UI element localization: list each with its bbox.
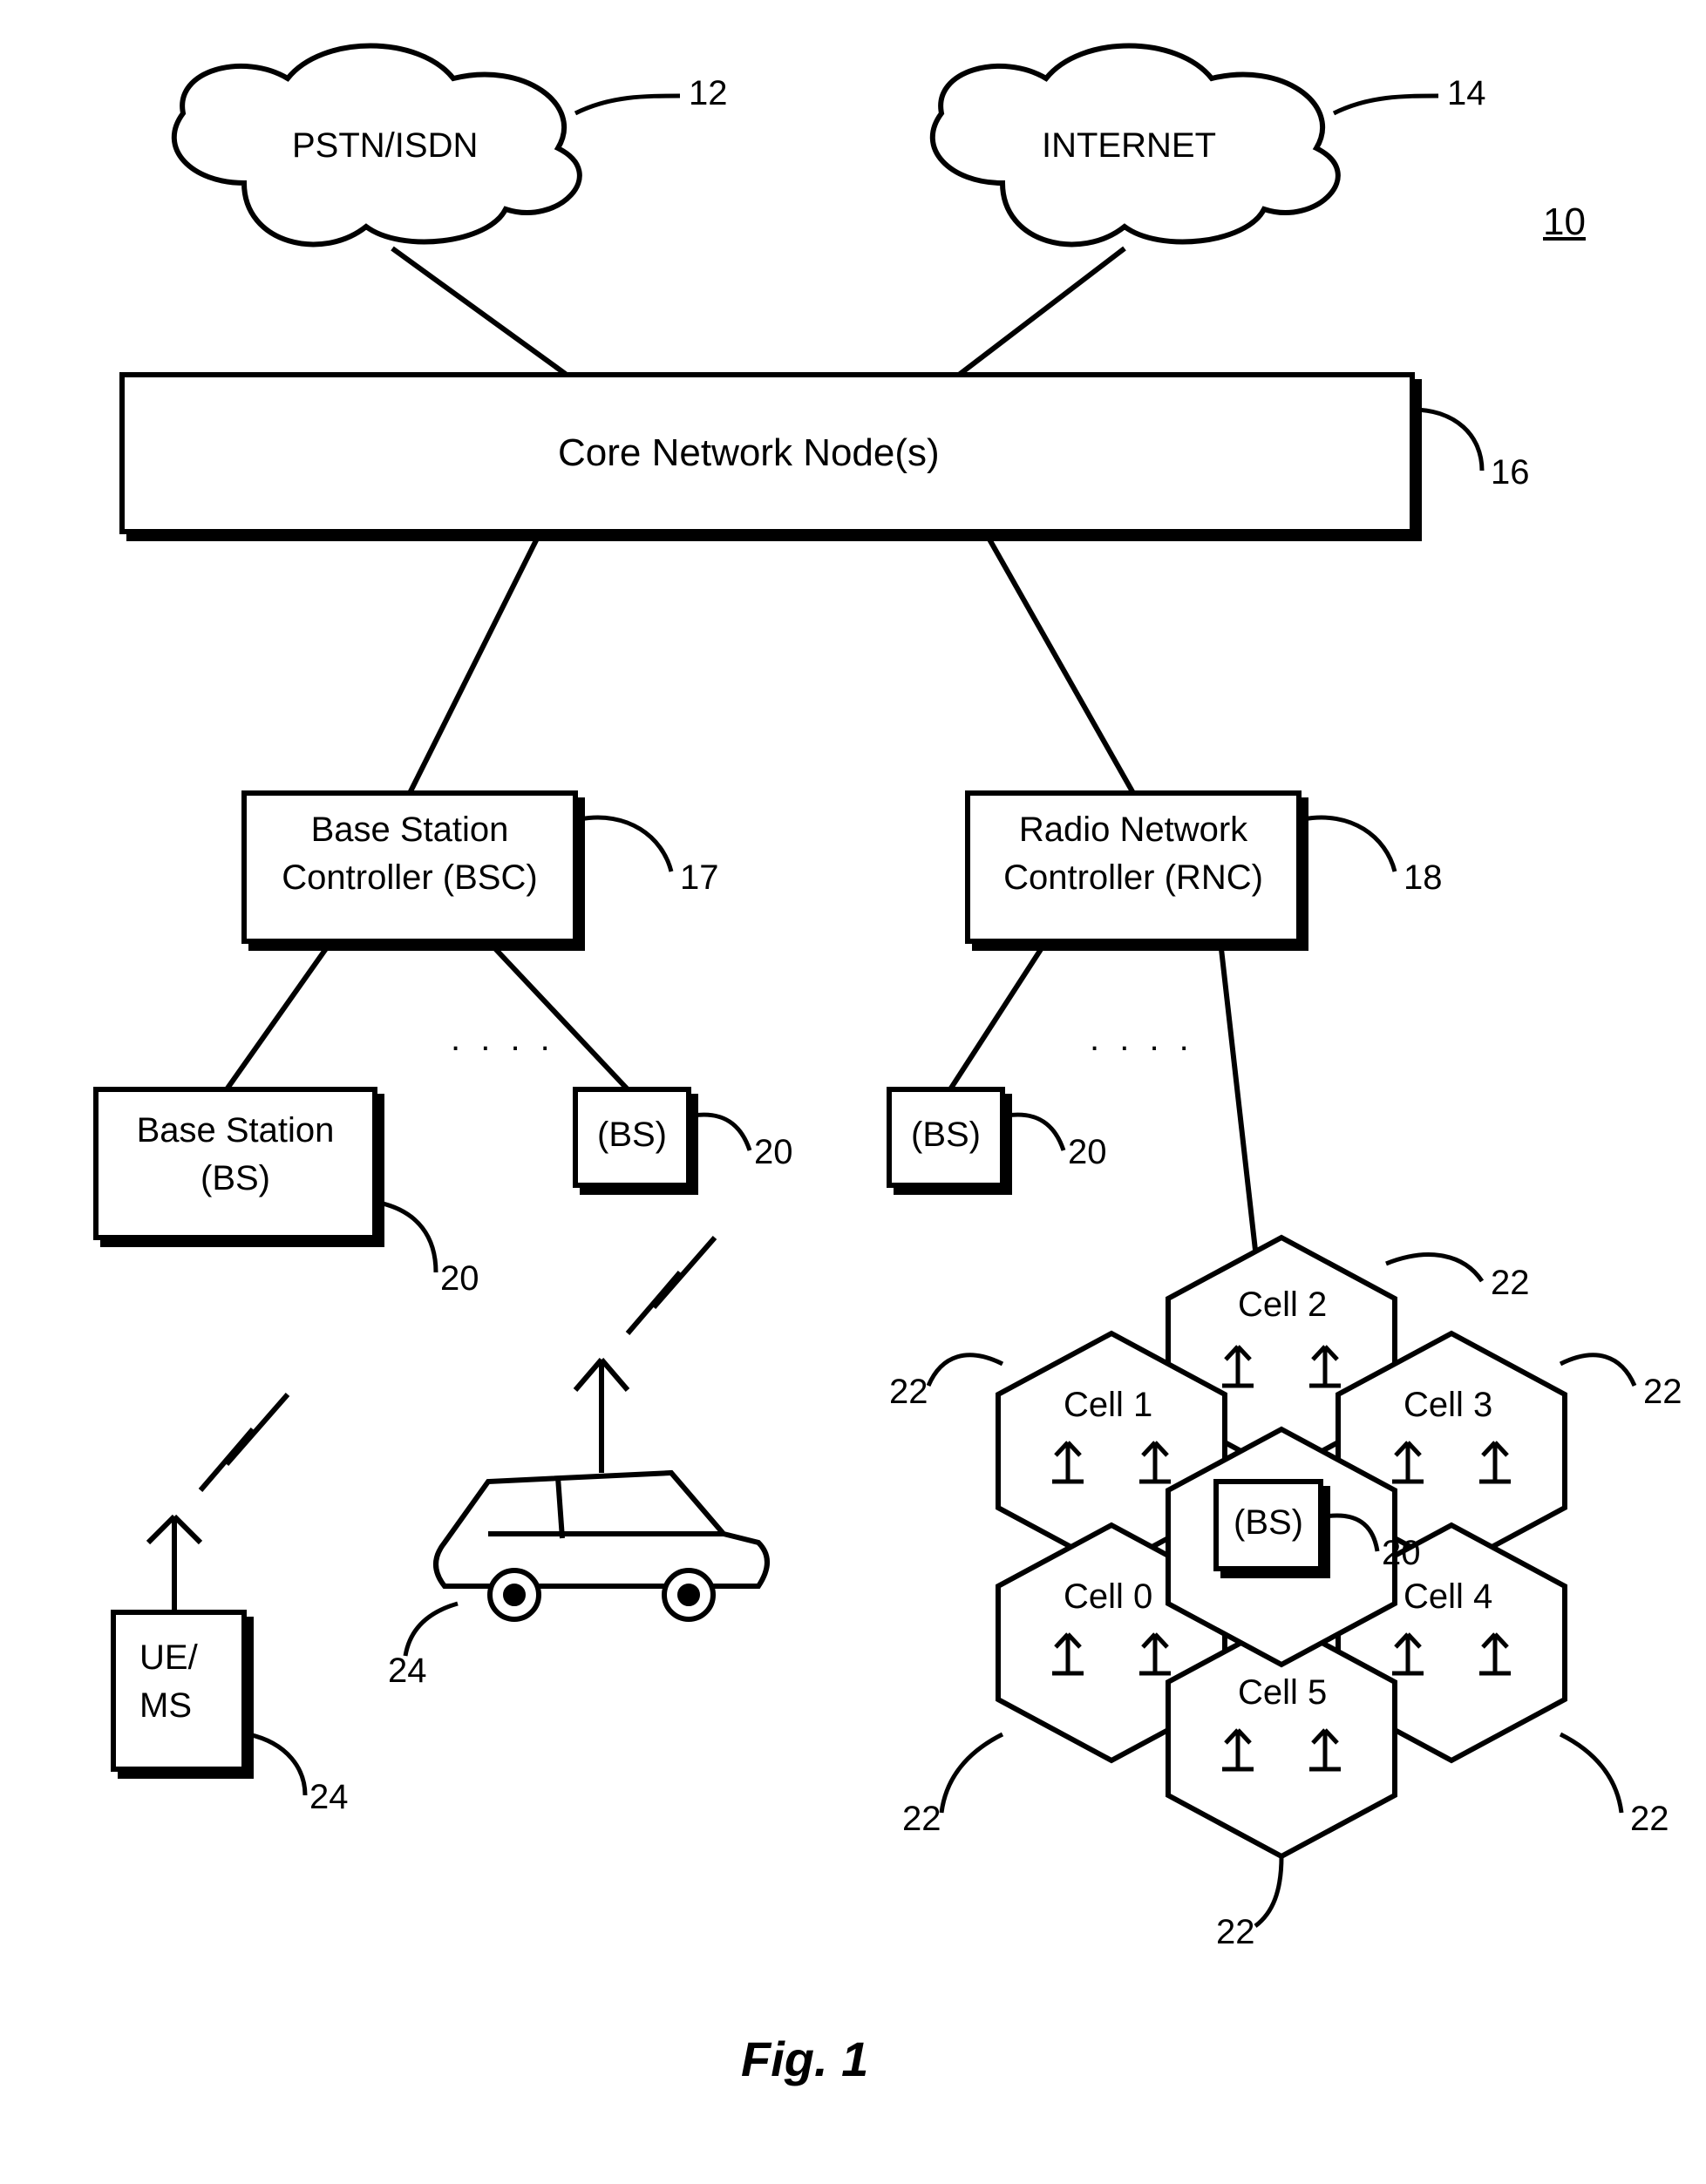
cell-5-label: Cell 5	[1238, 1673, 1327, 1713]
ref-16: 16	[1491, 453, 1530, 492]
ref-22-c2: 22	[1491, 1264, 1530, 1303]
ref-22-c3: 22	[1643, 1373, 1682, 1412]
link-rnc-bs-left	[950, 941, 1046, 1089]
ue-line2: MS	[139, 1686, 192, 1726]
leader-12	[575, 96, 680, 113]
ref-22-c0: 22	[902, 1800, 941, 1839]
bs-big-line1: Base Station	[113, 1111, 357, 1150]
ref-20-right: 20	[1068, 1133, 1107, 1172]
ref-24-ue: 24	[309, 1778, 349, 1817]
link-bsc-bs-left	[227, 941, 331, 1089]
core-label: Core Network Node(s)	[558, 431, 940, 475]
bs-small-right-label: (BS)	[889, 1116, 1003, 1155]
cloud-internet-label: INTERNET	[1042, 126, 1216, 166]
ref-14: 14	[1447, 74, 1486, 113]
cloud-pstn-label: PSTN/ISDN	[292, 126, 478, 166]
leader-22-c1	[928, 1355, 1003, 1386]
ue-line1: UE/	[139, 1638, 198, 1678]
leader-20-center	[693, 1115, 750, 1150]
car-icon	[436, 1360, 767, 1619]
ref-22-c4: 22	[1630, 1800, 1669, 1839]
leader-24-ue	[248, 1734, 305, 1795]
leader-20-big	[379, 1203, 436, 1272]
ref-12: 12	[689, 74, 728, 113]
ref-18: 18	[1404, 858, 1443, 898]
ref-22-c1: 22	[889, 1373, 928, 1412]
ref-20-big: 20	[440, 1259, 479, 1299]
cell-4-label: Cell 4	[1404, 1577, 1492, 1617]
dots-right: . . . .	[1090, 1020, 1194, 1059]
link-core-bsc	[410, 532, 540, 793]
ref-22-c5: 22	[1216, 1913, 1255, 1952]
rnc-line1: Radio Network	[994, 811, 1273, 850]
rnc-line2: Controller (RNC)	[985, 858, 1281, 898]
link-core-rnc	[985, 532, 1133, 793]
cell-3-label: Cell 3	[1404, 1386, 1492, 1425]
dots-left: . . . .	[451, 1020, 555, 1059]
link-bsc-bs-right	[488, 941, 628, 1089]
leader-22-c0	[941, 1734, 1003, 1813]
ue-signal	[201, 1394, 288, 1490]
ref-24-car: 24	[388, 1652, 427, 1691]
figure-caption: Fig. 1	[741, 2031, 868, 2087]
leader-17	[580, 817, 671, 872]
ref-20-center: 20	[754, 1133, 793, 1172]
cell-0-label: Cell 0	[1064, 1577, 1152, 1617]
leader-16	[1412, 410, 1482, 471]
leader-18	[1303, 817, 1395, 872]
bsc-line2: Controller (BSC)	[262, 858, 558, 898]
bs-small-center-label: (BS)	[575, 1116, 689, 1155]
bsc-line1: Base Station	[288, 811, 532, 850]
bs-cell-label: (BS)	[1216, 1503, 1321, 1543]
ref-20-cell: 20	[1382, 1534, 1421, 1573]
leader-22-c3	[1560, 1355, 1635, 1386]
leader-20-right	[1007, 1115, 1064, 1150]
bs-big-line2: (BS)	[113, 1159, 357, 1198]
ref-17: 17	[680, 858, 719, 898]
car-signal	[628, 1238, 715, 1333]
leader-22-c4	[1560, 1734, 1621, 1813]
leader-24-car	[405, 1604, 458, 1656]
link-pstn-core	[392, 248, 567, 375]
leader-22-c2	[1386, 1255, 1482, 1281]
ue-antenna	[148, 1516, 201, 1612]
link-internet-core	[959, 248, 1125, 375]
ref-10: 10	[1543, 200, 1586, 244]
cell-2-label: Cell 2	[1238, 1285, 1327, 1325]
leader-22-c5	[1255, 1856, 1281, 1926]
cell-1-label: Cell 1	[1064, 1386, 1152, 1425]
leader-14	[1334, 96, 1438, 113]
